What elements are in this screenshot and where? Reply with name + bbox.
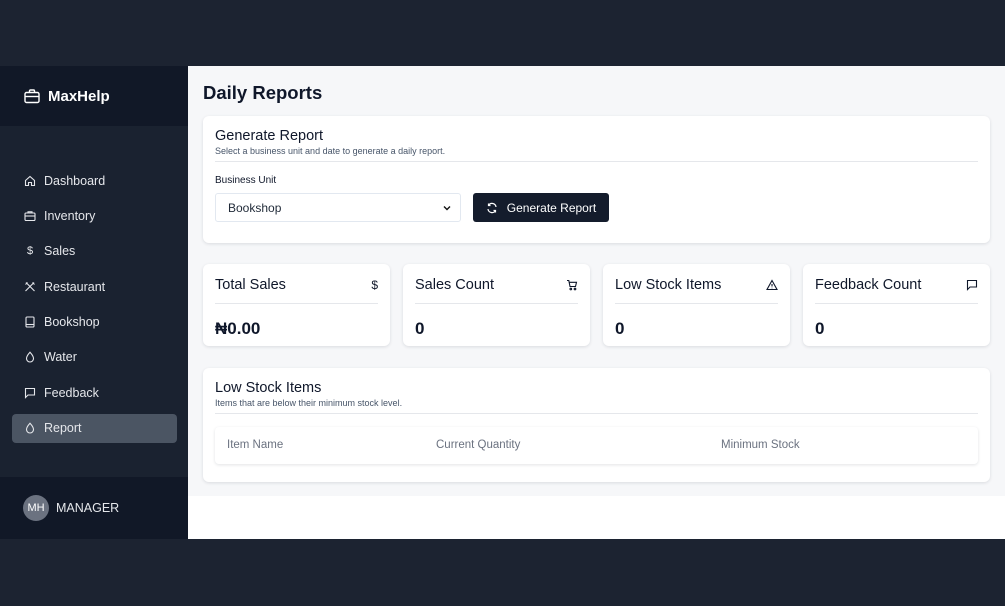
divider — [815, 303, 978, 304]
card-subtitle: Items that are below their minimum stock… — [215, 398, 403, 408]
dollar-icon: $ — [371, 278, 378, 292]
stat-title: Low Stock Items — [615, 277, 722, 293]
stat-card-feedback-count: Feedback Count 0 — [803, 264, 990, 346]
sidebar: MaxHelp Dashboard Inventory $ Sales Rest… — [0, 66, 188, 539]
user-role: MANAGER — [56, 501, 120, 515]
brand-name: MaxHelp — [48, 87, 110, 105]
alert-triangle-icon — [766, 279, 778, 291]
sidebar-item-label: Report — [44, 421, 82, 436]
briefcase-icon — [24, 88, 40, 104]
droplet-icon — [24, 422, 36, 434]
divider — [415, 303, 578, 304]
stat-card-sales-count: Sales Count 0 — [403, 264, 590, 346]
sidebar-item-label: Feedback — [44, 385, 99, 400]
generate-report-label: Generate Report — [506, 200, 597, 215]
utensils-icon — [24, 281, 36, 293]
column-header-minimum-stock: Minimum Stock — [721, 439, 800, 451]
sidebar-item-bookshop[interactable]: Bookshop — [12, 308, 177, 337]
message-icon — [24, 387, 36, 399]
sidebar-item-label: Bookshop — [44, 315, 100, 330]
report-controls: Bookshop Generate Report — [215, 193, 978, 222]
sidebar-item-report[interactable]: Report — [12, 413, 177, 443]
stat-value: 0 — [615, 319, 625, 338]
sidebar-item-label: Inventory — [44, 208, 96, 223]
stat-title: Total Sales — [215, 277, 286, 293]
stat-title: Sales Count — [415, 277, 494, 293]
stat-card-low-stock: Low Stock Items 0 — [603, 264, 790, 346]
divider — [615, 303, 778, 304]
card-title: Generate Report — [215, 128, 324, 144]
app-window: MaxHelp Dashboard Inventory $ Sales Rest… — [0, 66, 1005, 539]
main-panel: Daily Reports Generate Report Select a b… — [188, 66, 1005, 496]
column-header-item-name: Item Name — [227, 439, 284, 451]
generate-report-button[interactable]: Generate Report — [473, 193, 609, 222]
card-title: Low Stock Items — [215, 380, 322, 396]
cart-icon — [566, 279, 578, 291]
sidebar-item-label: Sales — [44, 244, 76, 259]
brand[interactable]: MaxHelp — [0, 66, 188, 126]
business-unit-label: Business Unit — [215, 175, 277, 186]
stat-card-total-sales: Total Sales $ ₦0.00 — [203, 264, 390, 346]
sidebar-item-label: Restaurant — [44, 279, 106, 294]
avatar: MH — [23, 495, 49, 521]
divider — [215, 161, 978, 162]
stat-title: Feedback Count — [815, 277, 922, 293]
message-icon — [966, 279, 978, 291]
sidebar-item-sales[interactable]: $ Sales — [12, 237, 177, 266]
generate-report-card: Generate Report Select a business unit a… — [203, 116, 990, 243]
sidebar-item-dashboard[interactable]: Dashboard — [12, 166, 177, 195]
divider — [215, 303, 378, 304]
sidebar-item-feedback[interactable]: Feedback — [12, 378, 177, 407]
sidebar-item-inventory[interactable]: Inventory — [12, 201, 177, 230]
home-icon — [24, 175, 36, 187]
column-header-current-quantity: Current Quantity — [436, 439, 521, 451]
sidebar-item-label: Dashboard — [44, 173, 106, 188]
low-stock-card: Low Stock Items Items that are below the… — [203, 368, 990, 482]
refresh-icon — [486, 202, 498, 214]
book-icon — [24, 316, 36, 328]
card-subtitle: Select a business unit and date to gener… — [215, 146, 446, 156]
chevron-down-icon — [443, 203, 451, 213]
sidebar-item-label: Water — [44, 350, 77, 365]
user-profile[interactable]: MH MANAGER — [0, 477, 188, 539]
briefcase-icon — [24, 210, 36, 222]
droplet-icon — [24, 351, 36, 363]
page-title: Daily Reports — [203, 82, 323, 103]
sidebar-nav: Dashboard Inventory $ Sales Restaurant B… — [12, 166, 177, 449]
stat-value: 0 — [815, 319, 825, 338]
stat-value: 0 — [415, 319, 425, 338]
business-unit-select[interactable]: Bookshop — [215, 193, 461, 222]
low-stock-table-header: Item Name Current Quantity Minimum Stock — [215, 427, 978, 464]
main-content: Daily Reports Generate Report Select a b… — [188, 66, 1005, 539]
stat-value: ₦0.00 — [215, 319, 261, 338]
dollar-icon: $ — [26, 245, 34, 258]
sidebar-item-restaurant[interactable]: Restaurant — [12, 272, 177, 301]
sidebar-item-water[interactable]: Water — [12, 343, 177, 372]
select-value: Bookshop — [228, 200, 282, 215]
divider — [215, 413, 978, 414]
